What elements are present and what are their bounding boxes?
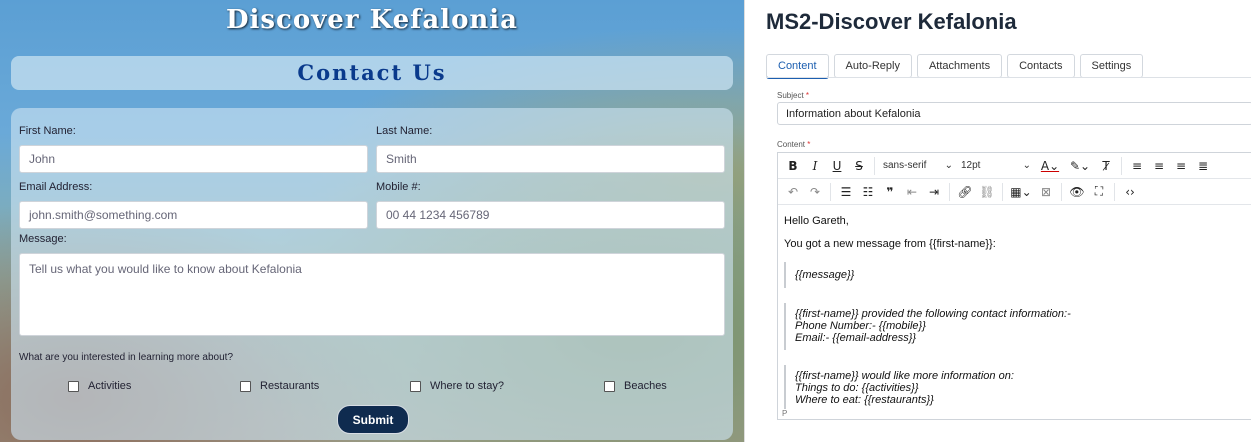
table-icon[interactable]: ▦⌄: [1007, 181, 1035, 203]
checkbox-label: Beaches: [624, 380, 667, 392]
toolbar-separator: [949, 182, 950, 201]
toolbar-separator: [874, 156, 875, 175]
checkbox-beaches[interactable]: Beaches: [604, 380, 667, 392]
numbered-list-icon[interactable]: ☷: [857, 181, 879, 203]
tab-bar: Content Auto-Reply Attachments Contacts …: [766, 54, 1144, 79]
tab-contacts[interactable]: Contacts: [1007, 54, 1075, 78]
strikethrough-icon[interactable]: S: [848, 155, 870, 177]
bold-icon[interactable]: B: [782, 155, 804, 177]
last-name-input[interactable]: Smith: [376, 145, 725, 173]
quote-line: Where to eat: {{restaurants}}: [795, 394, 934, 406]
font-family-value: sans-serif: [883, 160, 927, 171]
link-icon[interactable]: 🔗︎: [954, 181, 976, 203]
checkbox-box[interactable]: [604, 380, 615, 392]
contact-heading: Contact Us: [11, 56, 733, 90]
checkbox-where-to-stay[interactable]: Where to stay?: [410, 380, 504, 392]
quote-line: {{first-name}} provided the following co…: [795, 308, 1071, 320]
quote-line: {{message}}: [795, 269, 855, 281]
blockquote-interests: {{first-name}} would like more informati…: [784, 365, 1014, 409]
editor-panel: MS2-Discover Kefalonia Content Auto-Repl…: [744, 0, 1251, 442]
required-mark: *: [805, 91, 810, 100]
checkbox-box[interactable]: [410, 380, 421, 392]
toolbar-separator: [1061, 182, 1062, 201]
tab-content[interactable]: Content: [766, 54, 829, 79]
underline-icon[interactable]: U: [826, 155, 848, 177]
special-character-icon[interactable]: ⊠: [1035, 181, 1057, 203]
toolbar-row-1: B I U S sans-serif ⌄ 12pt ⌄ A⌄ ✎⌄ T̷ ≡ ≡…: [778, 153, 1251, 179]
text-color-icon[interactable]: A⌄: [1035, 155, 1065, 177]
clear-formatting-icon[interactable]: T̷: [1095, 155, 1117, 177]
italic-icon[interactable]: I: [804, 155, 826, 177]
checkbox-activities[interactable]: Activities: [68, 380, 131, 392]
mobile-label: Mobile #:: [376, 181, 421, 193]
font-size-value: 12pt: [961, 160, 981, 171]
align-right-icon[interactable]: ≡: [1170, 155, 1192, 177]
font-size-select[interactable]: 12pt ⌄: [957, 156, 1035, 176]
page-title: MS2-Discover Kefalonia: [766, 9, 1017, 34]
first-name-input[interactable]: John: [19, 145, 368, 173]
checkbox-restaurants[interactable]: Restaurants: [240, 380, 319, 392]
mobile-input[interactable]: 00 44 1234 456789: [376, 201, 725, 229]
blockquote-message: {{message}}: [784, 262, 854, 288]
first-name-label: First Name:: [19, 125, 76, 137]
element-path: P: [782, 409, 788, 418]
subject-label-text: Subject: [777, 91, 804, 100]
fullscreen-icon[interactable]: ⛶: [1088, 181, 1110, 203]
message-label: Message:: [19, 233, 67, 245]
preview-eye-icon[interactable]: 👁︎: [1066, 181, 1088, 203]
unlink-icon[interactable]: ⛓: [976, 181, 998, 203]
rich-text-editor[interactable]: B I U S sans-serif ⌄ 12pt ⌄ A⌄ ✎⌄ T̷ ≡ ≡…: [777, 152, 1251, 420]
last-name-label: Last Name:: [376, 125, 433, 137]
toolbar-separator: [830, 182, 831, 201]
email-label: Email Address:: [19, 181, 93, 193]
tab-settings[interactable]: Settings: [1079, 54, 1144, 78]
content-label: Content *: [777, 140, 810, 149]
checkbox-box[interactable]: [240, 380, 251, 392]
quote-line: Things to do: {{activities}}: [795, 382, 919, 394]
align-center-icon[interactable]: ≡: [1148, 155, 1170, 177]
submit-button[interactable]: Submit: [337, 405, 409, 434]
source-code-icon[interactable]: ‹›: [1119, 181, 1141, 203]
message-textarea[interactable]: Tell us what you would like to know abou…: [19, 253, 725, 336]
blockquote-contact-info: {{first-name}} provided the following co…: [784, 303, 1071, 350]
toolbar-separator: [1121, 156, 1122, 175]
subject-input[interactable]: Information about Kefalonia: [777, 102, 1251, 125]
content-label-text: Content: [777, 140, 806, 149]
required-mark: *: [807, 140, 811, 149]
greeting-text: Hello Gareth,: [784, 215, 849, 227]
chevron-down-icon: ⌄: [1022, 160, 1031, 171]
tab-divider: [766, 77, 1251, 78]
blockquote-icon[interactable]: ❞: [879, 181, 901, 203]
toolbar-separator: [1002, 182, 1003, 201]
site-title: Discover Kefalonia: [225, 5, 519, 35]
toolbar-row-2: ↶ ↷ ☰ ☷ ❞ ⇤ ⇥ 🔗︎ ⛓ ▦⌄ ⊠ 👁︎ ⛶ ‹›: [778, 179, 1251, 205]
align-left-icon[interactable]: ≡: [1126, 155, 1148, 177]
highlight-color-icon[interactable]: ✎⌄: [1065, 155, 1095, 177]
indent-icon[interactable]: ⇥: [923, 181, 945, 203]
tab-attachments[interactable]: Attachments: [916, 54, 1003, 78]
subject-label: Subject *: [777, 91, 809, 100]
website-preview: Discover Kefalonia Contact Us First Name…: [0, 0, 744, 442]
toolbar-separator: [1114, 182, 1115, 201]
interests-label: What are you interested in learning more…: [19, 352, 234, 363]
checkbox-label: Where to stay?: [430, 380, 504, 392]
font-family-select[interactable]: sans-serif ⌄: [879, 156, 957, 176]
outdent-icon[interactable]: ⇤: [901, 181, 923, 203]
redo-icon[interactable]: ↷: [804, 181, 826, 203]
editor-content[interactable]: Hello Gareth, You got a new message from…: [778, 205, 1251, 409]
quote-line: {{first-name}} would like more informati…: [795, 370, 1014, 382]
undo-icon[interactable]: ↶: [782, 181, 804, 203]
tab-auto-reply[interactable]: Auto-Reply: [833, 54, 912, 78]
bullet-list-icon[interactable]: ☰: [835, 181, 857, 203]
quote-line: Phone Number:- {{mobile}}: [795, 320, 926, 332]
chevron-down-icon: ⌄: [944, 160, 953, 171]
align-justify-icon[interactable]: ≣: [1192, 155, 1214, 177]
email-input[interactable]: john.smith@something.com: [19, 201, 368, 229]
intro-text: You got a new message from {{first-name}…: [784, 238, 996, 250]
checkbox-label: Activities: [88, 380, 132, 392]
checkbox-label: Restaurants: [260, 380, 320, 392]
checkbox-box[interactable]: [68, 380, 79, 392]
quote-line: Email:- {{email-address}}: [795, 332, 917, 344]
